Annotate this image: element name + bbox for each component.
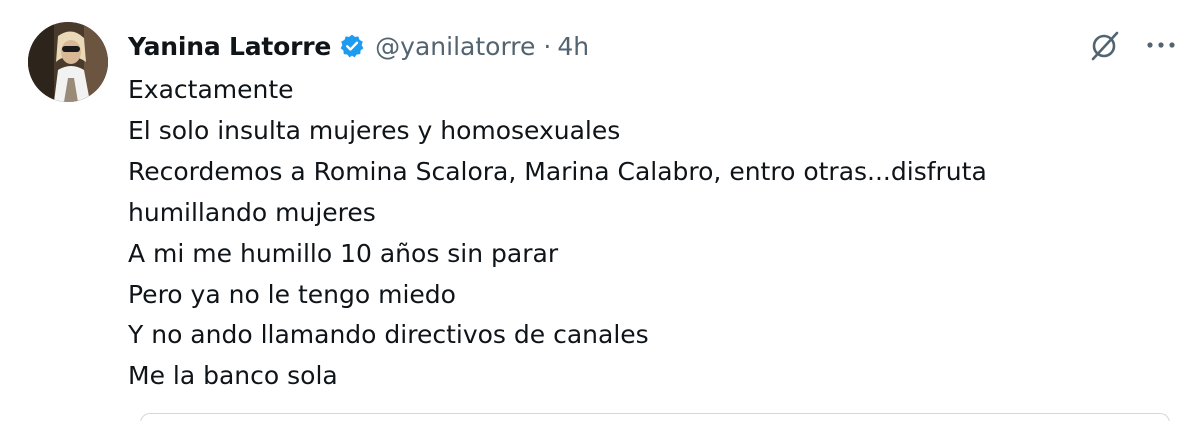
grok-icon (1091, 31, 1119, 61)
tweet-text-line: A mi me humillo 10 años sin parar (128, 238, 559, 268)
quote-card-edge (140, 413, 1170, 421)
avatar-photo (28, 22, 108, 102)
more-horizontal-icon (1147, 42, 1175, 48)
tweet-text-line: Exactamente (128, 75, 294, 104)
tweet[interactable]: Yanina Latorre @yanilatorre · 4h Exactam… (0, 0, 1200, 421)
tweet-text-line: Y no ando llamando directivos de canales (128, 320, 649, 350)
display-name[interactable]: Yanina Latorre (128, 32, 331, 61)
tweet-text-line: humillando mujeres (128, 197, 376, 227)
avatar[interactable] (28, 22, 108, 102)
more-button[interactable] (1141, 27, 1181, 63)
author-handle[interactable]: @yanilatorre (375, 32, 535, 61)
grok-button[interactable] (1087, 27, 1123, 63)
tweet-text: Exactamente El solo insulta mujeres y ho… (128, 70, 1168, 397)
verified-badge-icon (339, 33, 365, 59)
tweet-text-line: Recordemos a Romina Scalora, Marina Cala… (128, 156, 987, 186)
timestamp[interactable]: 4h (557, 32, 589, 61)
tweet-text-line: El solo insulta mujeres y homosexuales (128, 115, 621, 145)
tweet-header: Yanina Latorre @yanilatorre · 4h (128, 26, 589, 66)
tweet-text-line: Pero ya no le tengo miedo (128, 279, 456, 309)
tweet-text-line: Me la banco sola (128, 361, 338, 391)
header-separator: · (543, 31, 552, 61)
